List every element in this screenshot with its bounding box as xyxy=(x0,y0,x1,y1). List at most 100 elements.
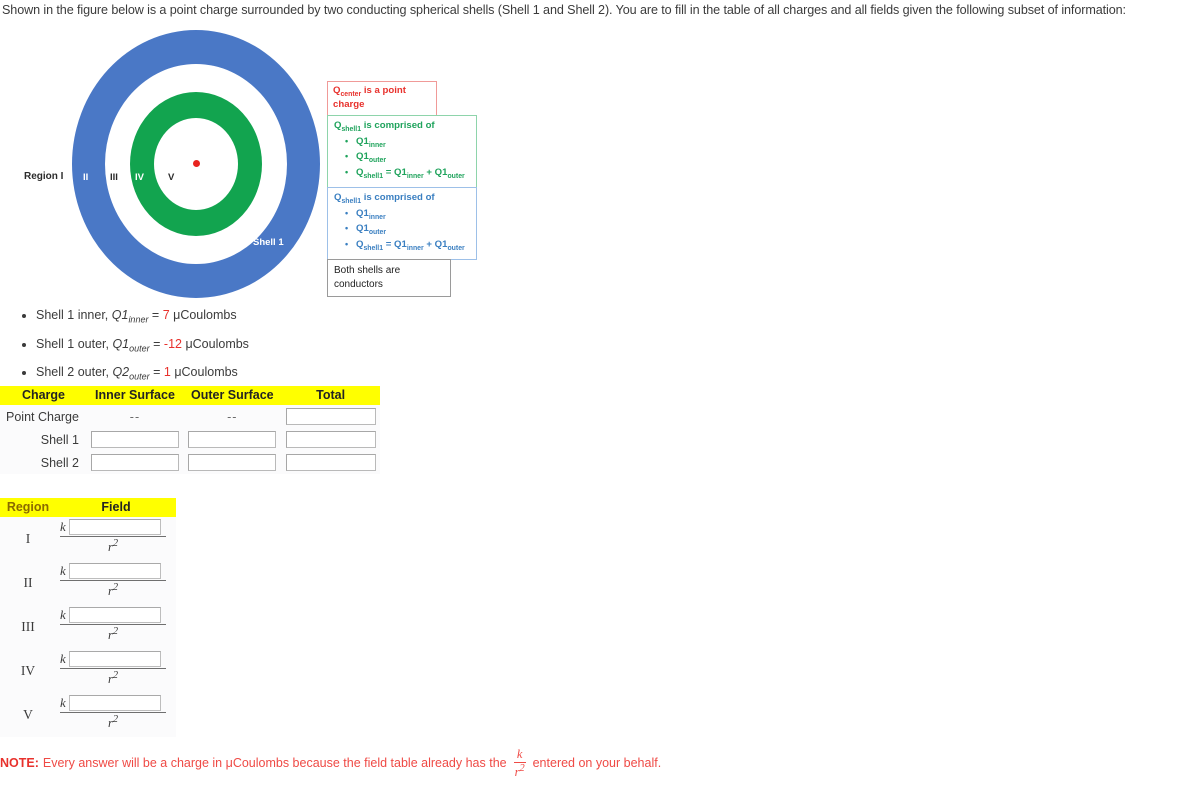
field-row-label-v: V xyxy=(23,707,33,722)
shells-figure: Shell 1 Shell 2 Region I II III IV V Qce… xyxy=(0,22,500,302)
callout-shell1-item-equation: Qshell1 = Q1inner + Q1outer xyxy=(345,166,471,181)
callout-shell1-item-outer-symbol: Q1 xyxy=(356,151,369,163)
input-field-region-v[interactable] xyxy=(68,695,161,711)
charge-table-header-total: Total xyxy=(281,386,380,405)
note-text-before: Every answer will be a charge in μCoulom… xyxy=(42,756,507,771)
callout-shell1-heading: Qshell1 is comprised of xyxy=(334,120,471,134)
given-0-sub: inner xyxy=(128,314,149,325)
callout-shell1-item-outer-subscript: outer xyxy=(368,157,387,165)
field-fraction-ii: k r2 xyxy=(60,563,176,603)
callout-shell1-list: Q1inner Q1outer Qshell1 = Q1inner + Q1ou… xyxy=(334,135,471,181)
field-table-header-field: Field xyxy=(56,498,176,517)
callout-shell2-list: Q1inner Q1outer Qshell1 = Q1inner + Q1ou… xyxy=(334,207,471,253)
coulomb-constant-label: k xyxy=(60,651,66,666)
given-0-value: 7 xyxy=(162,308,170,322)
region-label-v: V xyxy=(168,172,175,183)
callout-shell2-item-outer-symbol: Q1 xyxy=(356,223,369,235)
charge-cell-shell2-inner xyxy=(87,451,183,474)
field-table-body: I k r2 II k r2 III k r2 IV k r2 V k r2 xyxy=(0,517,176,737)
callout-shell1-composition: Qshell1 is comprised of Q1inner Q1outer … xyxy=(327,115,477,188)
region-label-i: Region I xyxy=(24,171,64,182)
input-field-region-iv[interactable] xyxy=(68,651,161,667)
note-label: NOTE: xyxy=(0,756,39,771)
callout-shell2-eq-left-subscript: shell1 xyxy=(363,244,384,252)
given-2-symbol: Q2outer xyxy=(112,365,150,382)
input-field-region-i[interactable] xyxy=(68,519,161,535)
callout-shell2-item-outer: Q1outer xyxy=(345,222,471,237)
field-cell-i: k r2 xyxy=(56,517,176,561)
denominator-exponent: 2 xyxy=(112,538,119,549)
note-denominator-exponent: 2 xyxy=(519,762,525,774)
input-shell1-total[interactable] xyxy=(285,431,376,448)
input-shell2-inner[interactable] xyxy=(90,454,179,471)
table-row: I k r2 xyxy=(0,517,176,561)
charge-cell-shell2-outer xyxy=(183,451,282,474)
input-shell2-outer[interactable] xyxy=(188,454,277,471)
callout-shell1-eq-b-subscript: outer xyxy=(447,172,465,180)
dash-placeholder: -- xyxy=(129,409,141,424)
coulomb-constant-label: k xyxy=(60,563,66,578)
denominator-exponent: 2 xyxy=(112,714,119,725)
callout-shell1-item-inner-symbol: Q1 xyxy=(356,136,369,148)
given-1-unit: μCoulombs xyxy=(181,336,249,351)
callout-both-shells-conductors: Both shells are conductors xyxy=(327,259,451,297)
field-fraction-numerator-i: k xyxy=(60,519,176,536)
field-row-label-iv: IV xyxy=(20,663,36,678)
input-shell2-total[interactable] xyxy=(285,454,376,471)
callout-shell1-heading-text: is comprised of xyxy=(361,120,435,131)
given-2-sub: outer xyxy=(129,371,150,382)
callout-shell2-subscript: shell1 xyxy=(341,197,362,205)
table-row: Shell 1 xyxy=(0,428,380,451)
callout-shell1-item-outer: Q1outer xyxy=(345,150,471,165)
field-cell-iii: k r2 xyxy=(56,605,176,649)
given-2-equals: = xyxy=(149,365,164,379)
given-values-list: Shell 1 inner, Q1inner = 7 μCoulombs She… xyxy=(0,308,456,382)
given-2-value: 1 xyxy=(163,365,171,379)
field-fraction-v: k r2 xyxy=(60,695,176,735)
charge-cell-shell1-total xyxy=(282,428,380,451)
field-fraction-denominator-v: r2 xyxy=(60,713,166,731)
input-point-charge-total[interactable] xyxy=(285,408,376,425)
field-fraction-numerator-v: k xyxy=(60,695,176,712)
charge-table-header-row: Charge Inner Surface Outer Surface Total xyxy=(0,386,380,405)
field-row-label-i: I xyxy=(25,531,31,546)
callout-shell2-composition: Qshell1 is comprised of Q1inner Q1outer … xyxy=(327,187,477,260)
input-shell1-outer[interactable] xyxy=(188,431,277,448)
field-cell-v: k r2 xyxy=(56,693,176,737)
charge-cell-point-charge-total xyxy=(282,405,380,428)
callout-shell1-eq-a-subscript: inner xyxy=(406,172,424,180)
callout-shell2-eq-b-subscript: outer xyxy=(447,244,465,252)
callout-shell1-eq-a-symbol: Q1 xyxy=(394,166,407,178)
given-1-equals: = xyxy=(149,336,164,351)
field-fraction-iv: k r2 xyxy=(60,651,176,691)
callout-shell2-eq-b-symbol: Q1 xyxy=(434,238,448,250)
input-shell1-inner[interactable] xyxy=(90,431,179,448)
given-item-shell2-outer: Shell 2 outer, Q2outer = 1 μCoulombs xyxy=(36,365,456,382)
given-item-shell1-inner: Shell 1 inner, Q1inner = 7 μCoulombs xyxy=(36,308,456,325)
field-row-label-iii: III xyxy=(21,619,35,634)
input-field-region-iii[interactable] xyxy=(68,607,161,623)
given-1-value: -12 xyxy=(163,336,182,351)
concentric-shells-diagram: Shell 1 Shell 2 xyxy=(72,30,320,302)
field-cell-iv: k r2 xyxy=(56,649,176,693)
callout-shell1-subscript: shell1 xyxy=(341,125,362,133)
denominator-exponent: 2 xyxy=(112,582,119,593)
dash-placeholder: -- xyxy=(227,409,238,424)
given-item-shell1-outer: Shell 1 outer, Q1outer = -12 μCoulombs xyxy=(36,337,456,354)
field-cell-ii: k r2 xyxy=(56,561,176,605)
field-fraction-denominator-i: r2 xyxy=(60,537,166,555)
charge-table-head: Charge Inner Surface Outer Surface Total xyxy=(0,386,380,405)
input-field-region-ii[interactable] xyxy=(68,563,161,579)
callout-point-charge-subscript: center xyxy=(340,90,362,98)
problem-intro-text: Shown in the figure below is a point cha… xyxy=(2,3,1126,17)
charge-cell-point-charge-inner: -- xyxy=(87,405,183,428)
table-row: Point Charge -- -- xyxy=(0,405,380,428)
charge-table-header-outer-surface: Outer Surface xyxy=(182,386,282,405)
field-table-header-row: Region Field xyxy=(0,498,176,517)
field-fraction-i: k r2 xyxy=(60,519,176,559)
given-0-prefix: Shell 1 inner, xyxy=(36,308,112,322)
charge-cell-shell1-inner xyxy=(87,428,183,451)
callout-shell2-item-inner-symbol: Q1 xyxy=(356,208,369,220)
coulomb-constant-label: k xyxy=(60,695,66,710)
charge-row-label-shell-2: Shell 2 xyxy=(40,455,79,470)
